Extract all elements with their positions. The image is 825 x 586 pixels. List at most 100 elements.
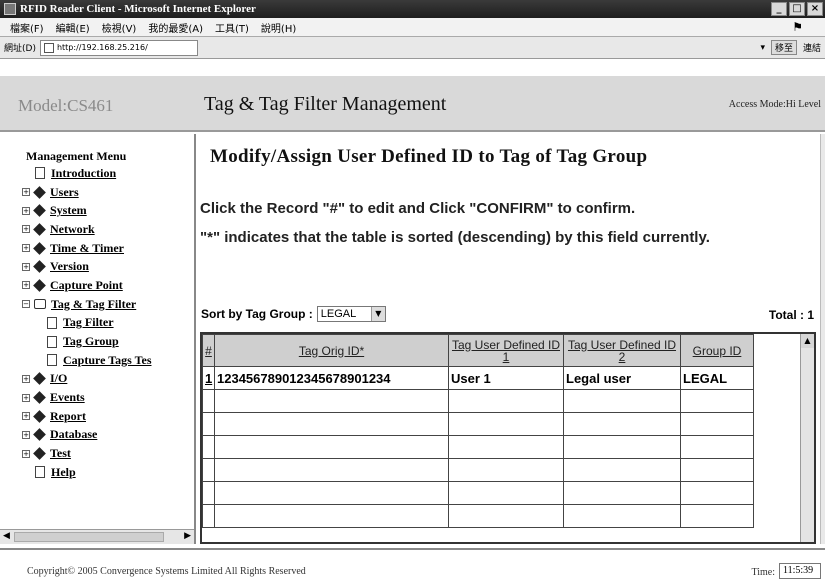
menu-help[interactable]: 說明(H): [261, 20, 296, 35]
menu-file[interactable]: 檔案(F): [10, 20, 44, 35]
menu-item[interactable]: Tag Filter: [22, 314, 151, 333]
menu-item[interactable]: + Network: [22, 220, 151, 239]
expand-toggle-icon[interactable]: +: [22, 374, 30, 383]
column-header-user-id-1[interactable]: Tag User Defined ID 1: [448, 334, 564, 367]
menu-item-label[interactable]: Database: [50, 427, 97, 442]
menu-item[interactable]: Tag Group: [22, 332, 151, 351]
menu-item[interactable]: + Database: [22, 426, 151, 445]
menu-item-label[interactable]: Report: [50, 409, 86, 424]
menu-item-label[interactable]: Help: [51, 465, 76, 480]
maximize-button[interactable]: □: [789, 2, 805, 16]
scroll-up-icon[interactable]: ▲: [801, 334, 814, 348]
expand-toggle-icon[interactable]: +: [22, 449, 30, 458]
folder-diamond-icon: [33, 241, 46, 255]
record-link[interactable]: [202, 412, 215, 436]
menu-favorites[interactable]: 我的最愛(A): [148, 20, 203, 35]
menu-item[interactable]: + System: [22, 201, 151, 220]
dropdown-arrow-icon[interactable]: ▾: [760, 43, 765, 53]
chevron-down-icon[interactable]: ▼: [370, 307, 385, 321]
menu-item[interactable]: Introduction: [22, 164, 151, 183]
menu-item-label[interactable]: Users: [50, 185, 79, 200]
column-header-group-id[interactable]: Group ID: [680, 334, 754, 367]
menu-item[interactable]: + Report: [22, 407, 151, 426]
table-cell: [448, 435, 564, 459]
table-cell: [680, 458, 754, 482]
menu-item-label[interactable]: System: [50, 203, 87, 218]
folder-diamond-icon: [33, 428, 46, 442]
menu-item[interactable]: − Tag & Tag Filter: [22, 295, 151, 314]
menu-item-label[interactable]: Tag & Tag Filter: [51, 297, 136, 312]
scroll-thumb[interactable]: [14, 532, 164, 542]
table-cell: [563, 435, 681, 459]
column-header-index[interactable]: #: [202, 334, 215, 367]
page-icon: [35, 466, 45, 479]
table-row: 1 123456789012345678901234 User 1 Legal use…: [202, 366, 754, 390]
scroll-right-icon[interactable]: ▶: [184, 531, 191, 541]
page-header: Model:CS461 Tag & Tag Filter Management …: [0, 76, 825, 132]
links-button[interactable]: 連結: [803, 41, 821, 54]
nav-horizontal-scrollbar[interactable]: ◀ ▶: [0, 529, 194, 544]
table-cell: [680, 481, 754, 505]
table-cell: [680, 504, 754, 528]
expand-toggle-icon[interactable]: +: [22, 412, 30, 421]
menu-item[interactable]: + Capture Point: [22, 276, 151, 295]
address-input[interactable]: http://192.168.25.216/: [39, 39, 198, 56]
table-row: [202, 435, 754, 459]
expand-toggle-icon[interactable]: +: [22, 188, 30, 197]
go-button[interactable]: 移至: [770, 40, 797, 55]
menu-item-label[interactable]: Time & Timer: [50, 241, 124, 256]
record-link[interactable]: [202, 458, 215, 482]
column-header-tag-orig-id[interactable]: Tag Orig ID*: [214, 334, 449, 367]
menu-view[interactable]: 檢視(V): [102, 20, 137, 35]
menu-item-label[interactable]: Version: [50, 259, 89, 274]
record-link[interactable]: 1: [202, 366, 215, 390]
menu-item-label[interactable]: Capture Point: [50, 278, 123, 293]
expand-toggle-icon[interactable]: +: [22, 225, 30, 234]
time-label: Time:: [751, 567, 775, 578]
menu-item-label[interactable]: Network: [50, 222, 95, 237]
minimize-button[interactable]: _: [771, 2, 787, 16]
expand-toggle-icon[interactable]: +: [22, 206, 30, 215]
management-menu-heading: Management Menu: [26, 149, 127, 163]
menu-item[interactable]: Capture Tags Tes: [22, 351, 151, 370]
address-url: http://192.168.25.216/: [56, 43, 148, 52]
record-link[interactable]: [202, 481, 215, 505]
expand-toggle-icon[interactable]: −: [22, 300, 30, 309]
expand-toggle-icon[interactable]: +: [22, 430, 30, 439]
sort-tag-group-select[interactable]: LEGAL ▼: [316, 306, 386, 322]
menu-item[interactable]: + Version: [22, 257, 151, 276]
close-button[interactable]: ×: [807, 2, 823, 16]
menu-item-label[interactable]: I/O: [50, 371, 67, 386]
page-vertical-scrollbar[interactable]: [820, 134, 825, 544]
menu-item[interactable]: + I/O: [22, 370, 151, 389]
menu-item[interactable]: + Time & Timer: [22, 239, 151, 258]
record-link[interactable]: [202, 389, 215, 413]
folder-diamond-icon: [33, 185, 46, 199]
menu-item-label[interactable]: Test: [50, 446, 71, 461]
column-header-user-id-2[interactable]: Tag User Defined ID 2: [563, 334, 681, 367]
menu-item[interactable]: + Test: [22, 444, 151, 463]
expand-toggle-icon[interactable]: +: [22, 244, 30, 253]
table-cell: [680, 412, 754, 436]
scroll-left-icon[interactable]: ◀: [3, 531, 10, 541]
menu-item-label[interactable]: Capture Tags Tes: [63, 353, 151, 368]
menu-tools[interactable]: 工具(T): [215, 20, 249, 35]
menu-edit[interactable]: 編輯(E): [56, 20, 90, 35]
menu-item-label[interactable]: Tag Filter: [63, 315, 114, 330]
copyright-text: Copyright© 2005 Convergence Systems Limi…: [27, 566, 306, 577]
grid-vertical-scrollbar[interactable]: ▲: [800, 334, 814, 542]
menu-item[interactable]: + Users: [22, 183, 151, 202]
menu-item-label[interactable]: Events: [50, 390, 85, 405]
record-link[interactable]: [202, 435, 215, 459]
expand-toggle-icon[interactable]: +: [22, 393, 30, 402]
menu-item-label[interactable]: Tag Group: [63, 334, 119, 349]
table-cell: [214, 504, 449, 528]
menu-item-label[interactable]: Introduction: [51, 166, 116, 181]
expand-toggle-icon[interactable]: +: [22, 262, 30, 271]
menu-item[interactable]: + Events: [22, 388, 151, 407]
record-link[interactable]: [202, 504, 215, 528]
expand-toggle-icon[interactable]: +: [22, 281, 30, 290]
menu-item[interactable]: Help: [22, 463, 151, 482]
